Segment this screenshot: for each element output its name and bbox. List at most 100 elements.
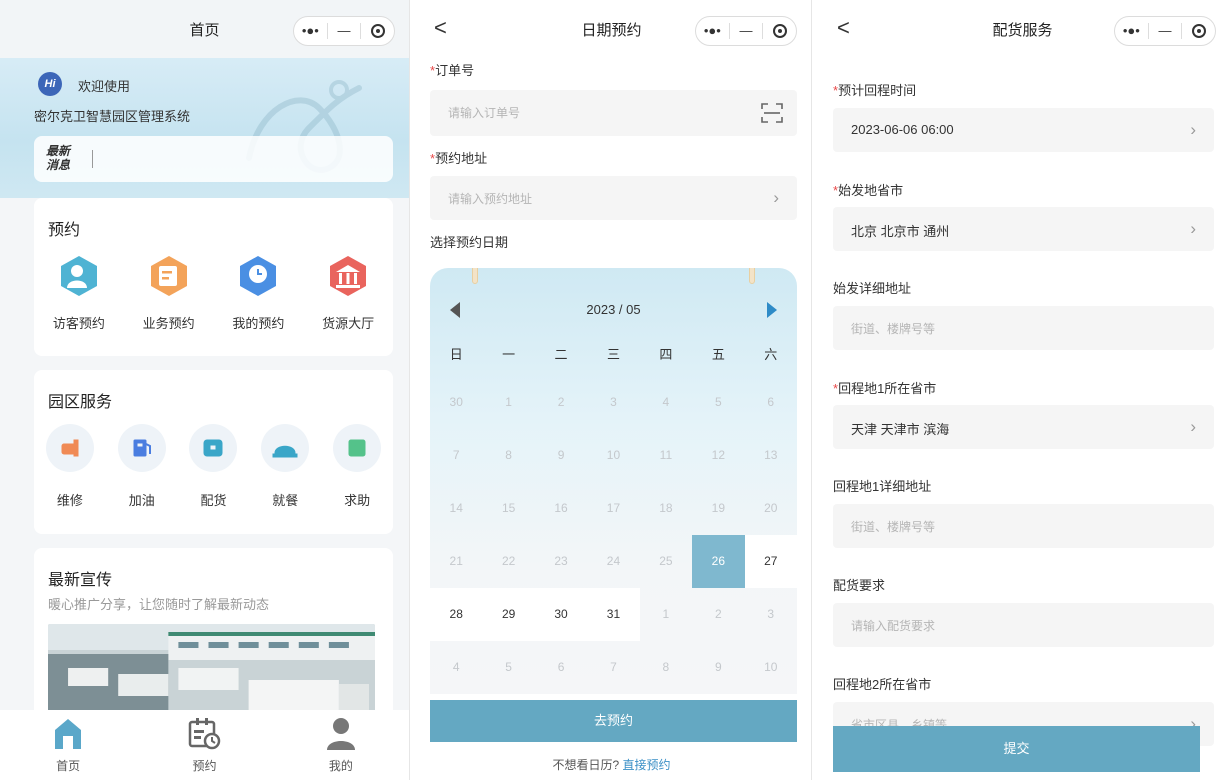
calendar-day[interactable]: 21 [430,535,482,588]
close-button[interactable] [763,17,796,45]
close-circle-icon [370,24,385,38]
calendar-day[interactable]: 8 [640,641,692,694]
more-button[interactable]: •●• [294,17,327,45]
service-item[interactable]: ? 求助 [321,424,393,509]
calendar-day[interactable]: 4 [430,641,482,694]
calendar-day[interactable]: 27 [744,535,797,588]
calendar-day[interactable]: 3 [745,588,797,641]
calendar-day[interactable]: 10 [745,641,797,694]
more-button[interactable]: •●• [1115,17,1148,45]
origin-city-label-text: 始发地省市 [838,183,904,198]
booking-item[interactable]: 访客预约 [34,254,124,332]
origin-detail-label: 始发详细地址 [833,281,912,296]
calendar-day[interactable]: 6 [535,641,587,694]
chevron-right-icon: › [1190,417,1196,436]
booking-item-label: 货源大厅 [322,316,375,331]
calendar-day[interactable]: 5 [482,641,534,694]
warehouse-photo[interactable] [48,624,375,720]
close-button[interactable] [1182,17,1215,45]
back-button[interactable]: < [434,16,447,40]
home-icon [55,719,82,749]
book-button[interactable]: 去预约 [430,700,797,742]
calendar-day[interactable]: 31 [587,588,640,641]
calendar-day[interactable]: 18 [640,482,692,535]
calendar-day[interactable]: 24 [587,535,639,588]
tab-booking[interactable]: 预约 [136,710,272,780]
cargo-icon [203,439,223,457]
origin-city-picker[interactable]: 北京 北京市 通州 › [833,207,1214,251]
calendar-day[interactable]: 6 [745,376,797,429]
requirement-label: 配货要求 [833,578,886,593]
booking-item-label: 访客预约 [52,316,105,331]
minimize-button[interactable]: — [328,17,361,45]
address-label-text: 预约地址 [435,151,488,166]
origin-detail-input[interactable]: 街道、楼牌号等 [833,306,1214,350]
calendar-day[interactable]: 14 [430,482,482,535]
calendar-day[interactable]: 15 [482,482,534,535]
mini-program-capsule: •●• — [695,16,797,46]
order-label: *订单号 [430,63,475,78]
booking-item[interactable]: 业务预约 [124,254,214,332]
calendar-day[interactable]: 7 [430,429,482,482]
calendar-day[interactable]: 28 [430,588,483,641]
address-label: *预约地址 [430,151,488,166]
tab-mine[interactable]: 我的 [273,710,409,780]
calendar-day[interactable]: 30 [534,588,588,641]
calendar-day[interactable]: 9 [535,429,587,482]
service-item[interactable]: 维修 [34,424,106,509]
return1-city-picker[interactable]: 天津 天津市 滨海 › [833,405,1214,449]
calendar-day[interactable]: 30 [430,376,482,429]
minimize-button[interactable]: — [1149,17,1182,45]
calendar-day[interactable]: 1 [640,588,692,641]
booking-item[interactable]: 货源大厅 [303,254,393,332]
service-item[interactable]: 就餐 [249,424,321,509]
calendar-day[interactable]: 23 [535,535,587,588]
direct-booking-link[interactable]: 直接预约 [623,758,671,772]
return-time-picker[interactable]: 2023-06-06 06:00 › [833,108,1214,152]
calendar-day[interactable]: 29 [482,588,535,641]
calendar-week: 30 1 2 3 4 5 6 [430,376,797,429]
welcome-text: 欢迎使用 [78,79,131,94]
calendar-day[interactable]: 1 [482,376,534,429]
service-item[interactable]: 配货 [178,424,250,509]
calendar-day[interactable]: 17 [587,482,639,535]
service-item[interactable]: 加油 [106,424,178,509]
close-button[interactable] [361,17,394,45]
calendar-day[interactable]: 7 [587,641,639,694]
scan-icon[interactable] [761,102,783,124]
calendar-day[interactable]: 26 [692,535,745,588]
calendar-day[interactable]: 25 [640,535,692,588]
calendar-day[interactable]: 3 [587,376,639,429]
booking-item[interactable]: 我的预约 [214,254,304,332]
calendar-day[interactable]: 5 [692,376,744,429]
calendar-day[interactable]: 12 [692,429,744,482]
service-icon-circle: ? [333,424,382,472]
page-title: 首页 [189,21,220,39]
calendar-day[interactable]: 16 [535,482,587,535]
visitor-icon [60,256,97,296]
return1-detail-input[interactable]: 街道、楼牌号等 [833,504,1214,548]
calendar-day[interactable]: 13 [745,429,797,482]
calendar-day[interactable]: 19 [692,482,744,535]
calendar-day[interactable]: 20 [745,482,797,535]
calendar-day[interactable]: 11 [640,429,692,482]
more-button[interactable]: •●• [696,17,729,45]
minimize-button[interactable]: — [730,17,763,45]
calendar-day[interactable]: 10 [587,429,639,482]
address-input[interactable]: 请输入预约地址 › [430,176,797,220]
order-input[interactable]: 请输入订单号 [430,90,797,136]
news-bar[interactable]: 最新消息 [34,136,393,182]
requirement-input[interactable]: 请输入配货要求 [833,603,1214,647]
calendar-day[interactable]: 4 [640,376,692,429]
delivery-service-screen: < 配货服务 •●• — *预计回程时间 2023-06-06 06:00 › … [815,0,1230,780]
calendar-day[interactable]: 2 [692,588,744,641]
tab-home[interactable]: 首页 [0,710,136,780]
calendar-day[interactable]: 22 [482,535,534,588]
submit-button[interactable]: 提交 [833,726,1200,772]
calendar-day[interactable]: 9 [692,641,744,694]
calendar-day[interactable]: 2 [535,376,587,429]
origin-detail-placeholder: 街道、楼牌号等 [851,322,936,336]
back-button[interactable]: < [837,16,850,40]
calendar-day[interactable]: 8 [482,429,534,482]
next-month-icon[interactable] [767,302,777,318]
